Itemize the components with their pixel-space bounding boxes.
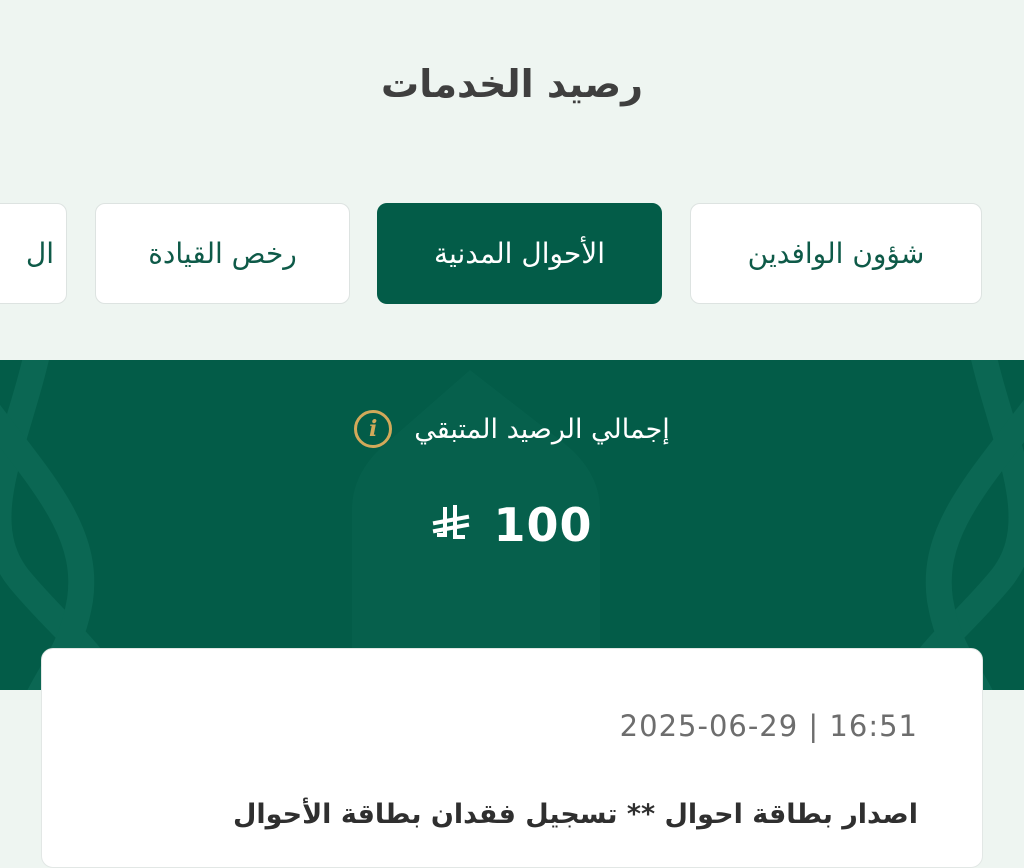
tab-driving-licenses[interactable]: رخص القيادة — [95, 203, 350, 304]
tab-expat-affairs[interactable]: شؤون الوافدين — [690, 203, 982, 304]
balance-label-row: إجمالي الرصيد المتبقي i — [0, 410, 1024, 448]
transaction-datetime: 2025-06-29 | 16:51 — [619, 709, 918, 743]
tab-label: الأحوال المدنية — [434, 237, 605, 270]
balance-amount-row: 100 — [0, 498, 1024, 552]
tab-label: شؤون الوافدين — [747, 237, 925, 270]
balance-amount: 100 — [493, 498, 593, 552]
category-tabs: شؤون الوافدين الأحوال المدنية رخص القياد… — [0, 203, 1024, 306]
saudi-riyal-icon — [433, 505, 470, 539]
page-title: رصيد الخدمات — [381, 62, 643, 106]
tab-civil-affairs[interactable]: الأحوال المدنية — [377, 203, 662, 304]
transaction-description: اصدار بطاقة احوال ** تسجيل فقدان بطاقة ا… — [233, 799, 918, 830]
tab-label: رخص القيادة — [148, 237, 297, 270]
tab-label: ال — [25, 237, 54, 270]
transaction-card[interactable]: 2025-06-29 | 16:51 اصدار بطاقة احوال ** … — [41, 648, 983, 868]
info-icon[interactable]: i — [354, 410, 393, 448]
tab-partial[interactable]: ال — [0, 203, 67, 304]
balance-panel: إجمالي الرصيد المتبقي i 100 — [0, 360, 1024, 690]
balance-label: إجمالي الرصيد المتبقي — [414, 413, 670, 445]
